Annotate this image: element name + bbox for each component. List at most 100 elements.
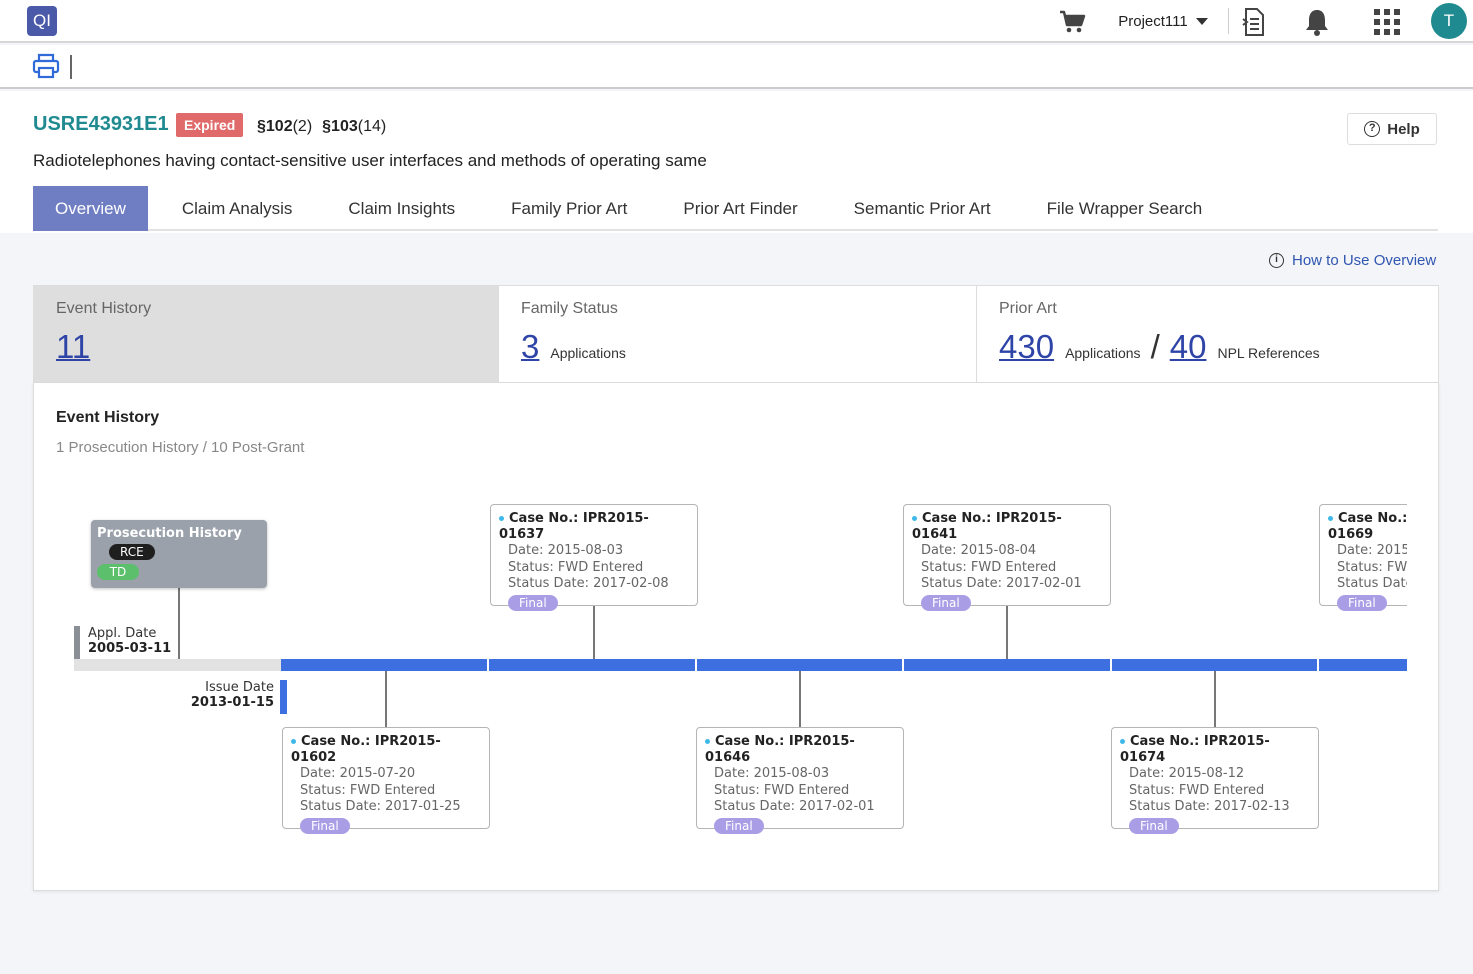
tab-claim-insights[interactable]: Claim Insights (326, 186, 477, 231)
stat-family-status[interactable]: Family Status 3 Applications (499, 286, 977, 382)
notifications-button[interactable] (1300, 0, 1334, 43)
case-status-date: Status Date: 2017-02-13 (1129, 799, 1290, 814)
case-number: Case No.: IPR2015-01637 (499, 511, 649, 542)
timeline-connector (1214, 671, 1216, 727)
apps-button[interactable] (1370, 0, 1404, 43)
patent-title: Radiotelephones having contact-sensitive… (33, 151, 707, 170)
case-number: Case No.: IPR2015-01641 (912, 511, 1062, 542)
caret-down-icon (1195, 18, 1208, 25)
export-button[interactable] (1237, 0, 1271, 43)
tab-family-prior-art[interactable]: Family Prior Art (489, 186, 649, 231)
tab-semantic-prior-art[interactable]: Semantic Prior Art (832, 186, 1013, 231)
case-number: Case No.: IPR2015-01669 (1328, 511, 1407, 542)
user-avatar[interactable]: T (1431, 3, 1467, 39)
timeline-connector (178, 588, 180, 659)
cart-icon (1060, 10, 1086, 32)
case-status-date: Status Date: 2017-02-13 (1337, 576, 1407, 591)
bullet-icon (291, 739, 296, 744)
case-status: Status: FWD Entered (1129, 782, 1265, 798)
bullet-icon (705, 739, 710, 744)
case-card[interactable]: Case No.: IPR2015-01602 Date: 2015-07-20… (282, 727, 490, 834)
tab-overview[interactable]: Overview (33, 186, 148, 231)
export-document-icon (1242, 7, 1264, 36)
timeline-prosecution-segment (74, 659, 281, 671)
bullet-icon (1120, 739, 1125, 744)
final-chip: Final (508, 594, 558, 611)
case-card[interactable]: Case No.: IPR2015-01646 Date: 2015-08-03… (696, 727, 904, 834)
family-count-link[interactable]: 3 (521, 328, 539, 366)
case-card[interactable]: Case No.: IPR2015-01674 Date: 2015-08-12… (1111, 727, 1319, 834)
section-102-count: (2) (292, 118, 313, 135)
case-card[interactable]: Case No.: IPR2015-01641 Date: 2015-08-04… (903, 504, 1111, 611)
case-card[interactable]: Case No.: IPR2015-01637 Date: 2015-08-03… (490, 504, 698, 611)
timeline-post-grant-segment (281, 659, 1407, 671)
action-toolbar (0, 45, 1473, 89)
stat-label: Family Status (521, 300, 618, 317)
stat-separator: / (1150, 328, 1160, 365)
section-103-label: §103 (322, 118, 358, 135)
timeline-tick (1317, 659, 1319, 671)
summary-stats: Event History 11 Family Status 3 Applica… (33, 285, 1439, 383)
case-date: Date: 2015-07-20 (300, 766, 416, 781)
tab-claim-analysis[interactable]: Claim Analysis (160, 186, 315, 231)
final-chip: Final (921, 594, 971, 611)
timeline-tick (487, 659, 489, 671)
stat-unit: Applications (550, 345, 626, 361)
rejection-sections: §102(2) §103(14) (257, 118, 386, 136)
project-selector[interactable]: Project111 (1108, 0, 1218, 43)
case-number: Case No.: IPR2015-01602 (291, 734, 441, 765)
info-icon: i (1269, 253, 1284, 268)
how-to-use-label: How to Use Overview (1292, 252, 1437, 269)
project-name: Project111 (1118, 13, 1188, 30)
case-card[interactable]: Case No.: IPR2015-01669 Date: 2015-08-12… (1319, 504, 1407, 611)
prior-art-applications-link[interactable]: 430 (999, 328, 1054, 366)
timeline-tick (1110, 659, 1112, 671)
appl-date-value: 2005-03-11 (88, 641, 172, 656)
bullet-icon (912, 516, 917, 521)
case-status-date: Status Date: 2017-02-01 (714, 799, 875, 814)
stat-prior-art[interactable]: Prior Art 430 Applications / 40 NPL Refe… (977, 286, 1438, 382)
td-chip: TD (97, 564, 139, 580)
case-status: Status: FWD Entered (921, 559, 1057, 575)
tab-prior-art-finder[interactable]: Prior Art Finder (661, 186, 819, 231)
case-date: Date: 2015-08-12 (1129, 766, 1245, 781)
rce-chip: RCE (109, 544, 155, 560)
bullet-icon (499, 516, 504, 521)
bullet-icon (1328, 516, 1333, 521)
case-status-date: Status Date: 2017-02-08 (508, 576, 669, 591)
print-icon (32, 53, 60, 79)
prosecution-title: Prosecution History (97, 526, 242, 541)
appl-date-label: Appl. Date (88, 626, 157, 641)
toolbar-divider (70, 55, 72, 79)
prosecution-history-card[interactable]: Prosecution History RCE TD (91, 520, 267, 588)
npl-references-link[interactable]: 40 (1170, 328, 1207, 366)
event-history-panel: Event History 1 Prosecution History / 10… (33, 383, 1439, 891)
patent-header: USRE43931E1 Expired §102(2) §103(14) ? He… (0, 91, 1473, 233)
event-history-count-link[interactable]: 11 (56, 328, 90, 366)
cart-button[interactable] (1056, 0, 1090, 43)
print-button[interactable] (32, 52, 60, 80)
tab-file-wrapper-search[interactable]: File Wrapper Search (1025, 186, 1225, 231)
section-102-label: §102 (257, 118, 293, 135)
app-logo[interactable]: QI (27, 6, 57, 36)
timeline-area[interactable]: Prosecution History RCE TD Appl. Date 20… (34, 383, 1407, 891)
top-bar: QI Project111 T (0, 0, 1473, 43)
help-button[interactable]: ? Help (1347, 113, 1437, 145)
issue-date-label: Issue Date (205, 680, 274, 695)
patent-number[interactable]: USRE43931E1 (33, 113, 169, 136)
final-chip: Final (300, 817, 350, 834)
apps-grid-icon (1374, 8, 1400, 35)
timeline-connector (1006, 605, 1008, 659)
case-status: Status: FWD Entered (1337, 559, 1407, 575)
status-badge: Expired (176, 113, 244, 137)
stat-unit: NPL References (1217, 345, 1320, 361)
how-to-use-link[interactable]: i How to Use Overview (1269, 252, 1436, 269)
stat-event-history[interactable]: Event History 11 (34, 286, 499, 382)
case-status: Status: FWD Entered (508, 559, 644, 575)
issue-date-value: 2013-01-15 (190, 695, 274, 710)
final-chip: Final (714, 817, 764, 834)
tab-bar: Overview Claim Analysis Claim Insights F… (33, 186, 1438, 231)
bell-icon (1306, 9, 1328, 36)
final-chip: Final (1337, 594, 1387, 611)
case-date: Date: 2015-08-12 (1337, 543, 1407, 558)
